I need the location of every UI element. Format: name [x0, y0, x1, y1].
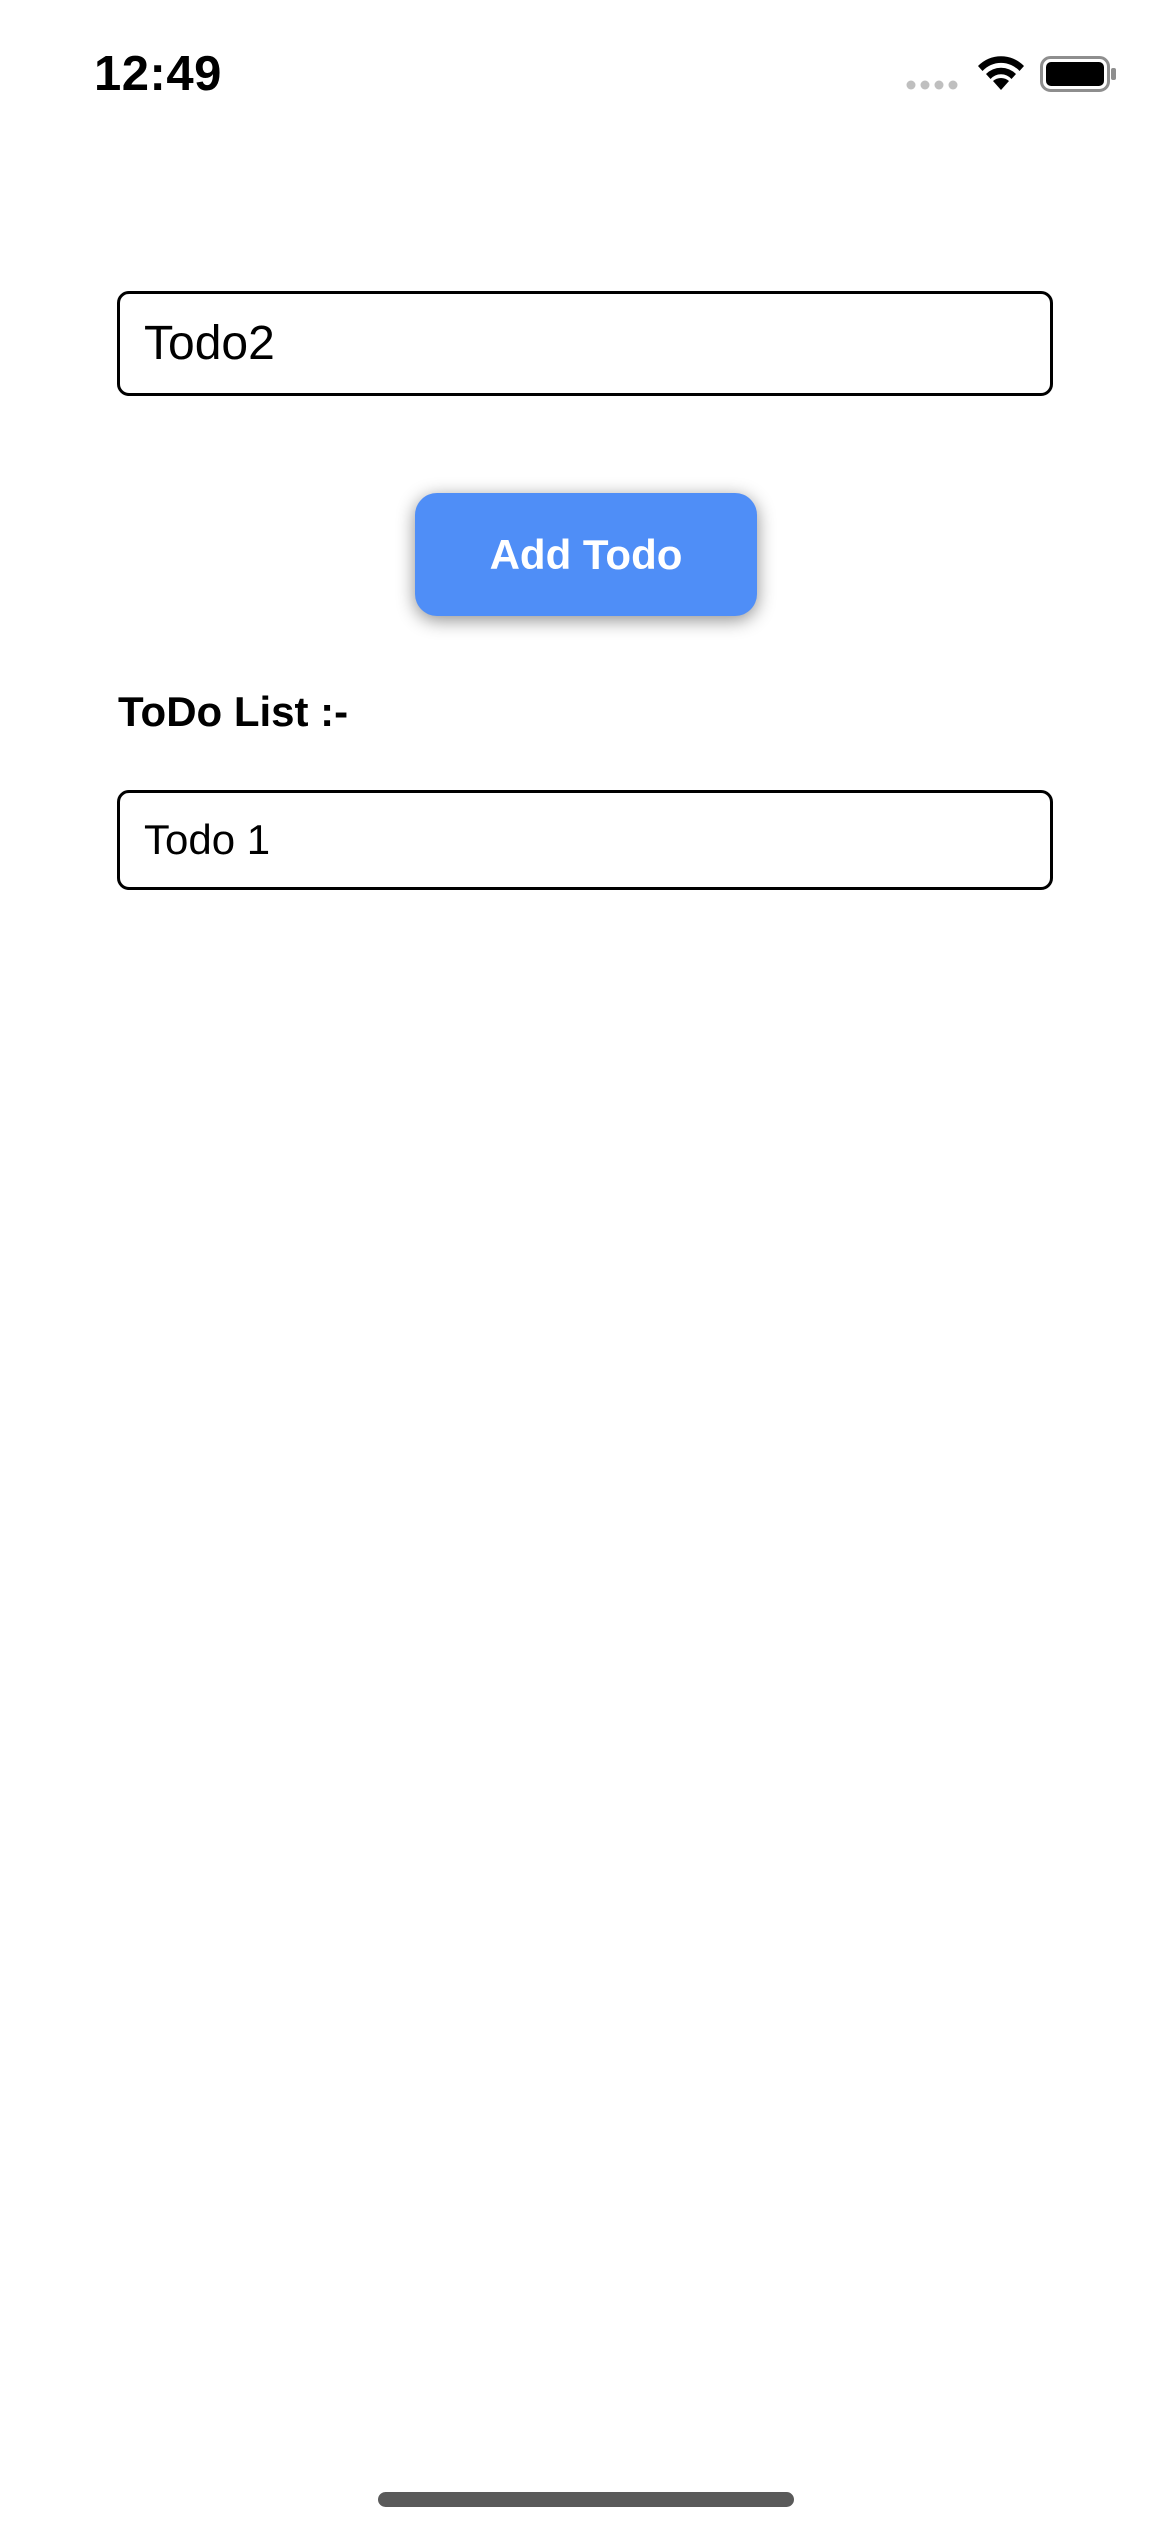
todo-input[interactable] — [120, 294, 1050, 393]
todo-list-heading: ToDo List :- — [118, 688, 349, 735]
status-bar: 12:49 — [0, 0, 1170, 150]
cellular-signal-icon — [906, 80, 966, 90]
battery-icon — [1040, 56, 1118, 92]
home-indicator[interactable] — [378, 2492, 794, 2507]
todo-list: Todo 1 — [117, 790, 1053, 890]
todo-input-container[interactable] — [117, 291, 1053, 396]
add-todo-button[interactable]: Add Todo — [415, 493, 757, 616]
todo-list-item[interactable]: Todo 1 — [117, 790, 1053, 890]
wifi-icon — [975, 52, 1027, 92]
status-time: 12:49 — [94, 47, 222, 101]
